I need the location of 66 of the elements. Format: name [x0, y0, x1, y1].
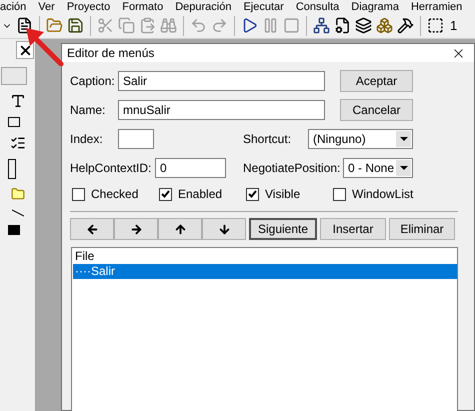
dropdown[interactable]: 0 - None [343, 158, 413, 178]
scrollbar-tool-icon[interactable] [8, 159, 16, 179]
name-field[interactable]: mnuSalir [118, 100, 325, 120]
field-label: HelpContextID: [70, 160, 152, 177]
down-arrow-icon [218, 222, 230, 236]
action-button[interactable]: Eliminar [389, 218, 455, 240]
menu-list-item[interactable]: File [73, 249, 457, 264]
menu-item[interactable]: ación [0, 1, 26, 13]
checkbox-label: Checked [91, 186, 138, 203]
label-tool-icon[interactable] [10, 93, 26, 109]
menu-item[interactable]: Ver [38, 1, 55, 13]
right-arrow-icon [130, 222, 142, 236]
arrow-button[interactable] [158, 218, 202, 240]
checkbox[interactable] [333, 188, 346, 200]
annotation-arrow [24, 26, 64, 66]
hammer-icon[interactable] [397, 17, 414, 34]
menu-item[interactable]: Proyecto [66, 1, 110, 13]
menu-list-item[interactable]: ····Salir [73, 264, 457, 279]
dropdown[interactable]: (Ninguno) [308, 129, 413, 149]
dashed-square-icon[interactable] [427, 17, 444, 34]
list-tool-icon[interactable] [10, 135, 26, 151]
windows-icon[interactable] [355, 17, 372, 34]
checkbox-label: Visible [265, 186, 300, 203]
cancel-button[interactable]: Cancelar [340, 99, 413, 121]
save-icon[interactable] [67, 17, 84, 34]
menu-item[interactable]: Formato [122, 1, 164, 13]
close-button[interactable] [16, 41, 34, 59]
menu-item[interactable]: Diagrama [351, 1, 399, 13]
arrow-button[interactable] [114, 218, 158, 240]
checkbox-label: Enabled [178, 186, 222, 203]
accept-button[interactable]: Aceptar [340, 70, 413, 92]
textbox-tool-icon[interactable] [8, 117, 20, 127]
field-label: Shortcut: [243, 131, 292, 148]
line-tool-icon[interactable] [12, 209, 24, 217]
field-label: NegotiatePosition: [243, 160, 342, 177]
field-label: Caption: [70, 73, 116, 90]
arrow-button[interactable] [202, 218, 246, 240]
menu-item[interactable]: Herramien [410, 1, 462, 13]
checkbox[interactable] [159, 188, 172, 200]
ole-tool-icon[interactable] [8, 225, 20, 235]
tree-diagram-icon[interactable] [313, 17, 330, 34]
play-icon[interactable] [241, 17, 258, 34]
menu-list[interactable]: File ····Salir [71, 247, 458, 411]
action-button[interactable]: Siguiente [249, 218, 317, 240]
left-arrow-icon [86, 222, 98, 236]
properties-icon[interactable] [334, 17, 351, 34]
field-label: Index: [70, 131, 104, 148]
caption-field[interactable]: Salir [118, 71, 325, 91]
action-button[interactable]: Insertar [320, 218, 386, 240]
field-label: Name: [70, 102, 106, 119]
open-folder-icon[interactable] [46, 17, 63, 34]
folder-tool-icon[interactable] [10, 187, 24, 201]
help-context-id-field[interactable]: 0 [155, 158, 226, 178]
menu-item[interactable]: Ejecutar [243, 1, 284, 13]
checkbox-label: WindowList [352, 186, 414, 203]
menu-item[interactable]: Consulta [296, 1, 340, 13]
checkbox[interactable] [246, 188, 259, 200]
toolbar-label: 1 [450, 16, 458, 35]
arrow-button[interactable] [70, 218, 114, 240]
menu-item[interactable]: Depuración [175, 1, 232, 13]
boxes-icon[interactable] [376, 17, 393, 34]
index-field[interactable] [118, 129, 154, 149]
up-arrow-icon [174, 222, 186, 236]
checkbox[interactable] [72, 188, 85, 200]
document-icon[interactable] [16, 17, 33, 34]
dialog-title: Editor de menús [67, 45, 154, 62]
